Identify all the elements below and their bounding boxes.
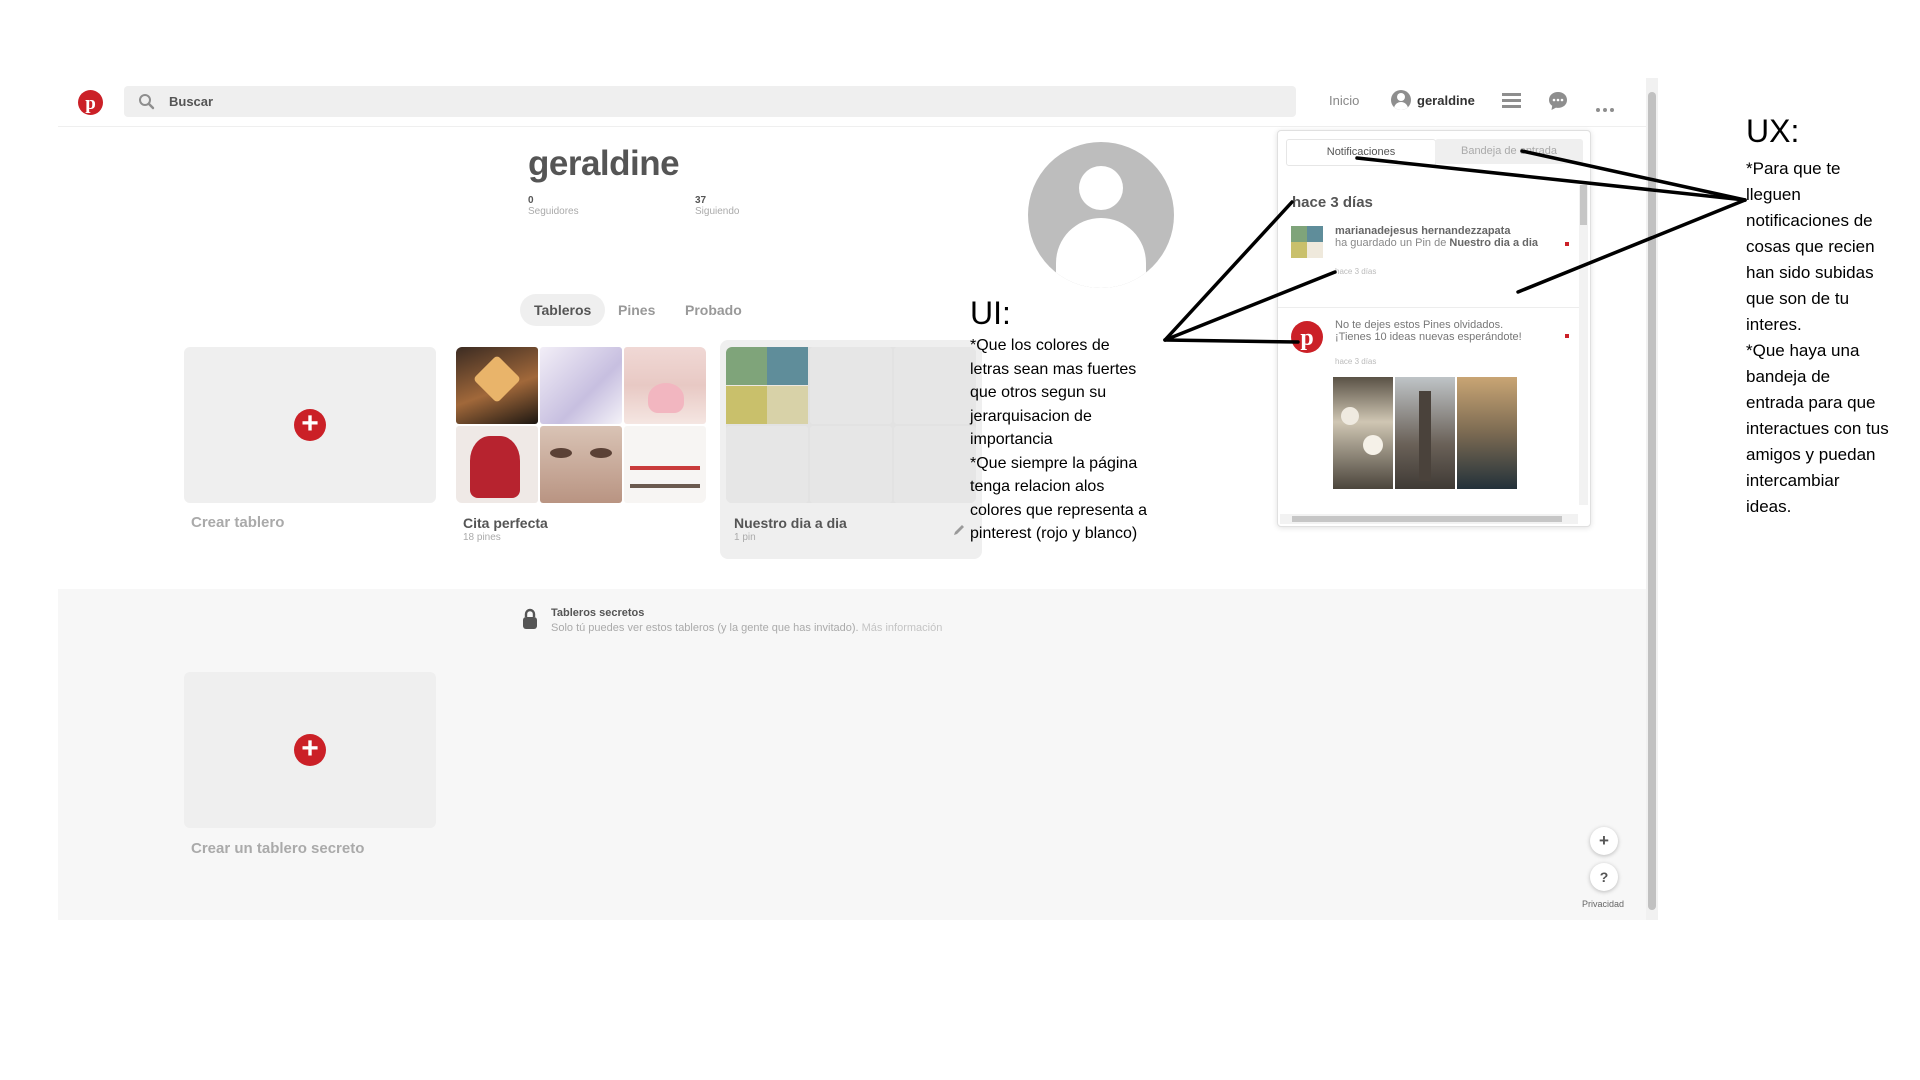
ui-annotation-title: UI: bbox=[970, 295, 1011, 331]
ui-annotation-text: *Que los colores de letras sean mas fuer… bbox=[970, 337, 1147, 542]
ux-annotation-text: *Para que te lleguen notificaciones de c… bbox=[1746, 159, 1889, 516]
annotation-arrows bbox=[1163, 149, 1747, 344]
ux-annotation-title: UX: bbox=[1746, 113, 1800, 149]
